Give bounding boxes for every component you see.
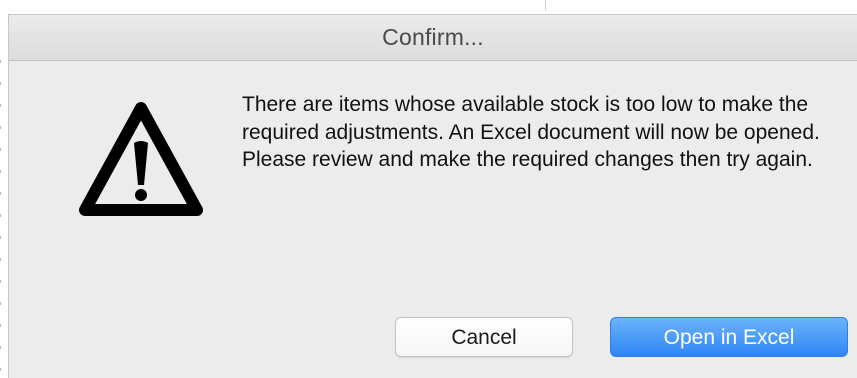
screen: Confirm... There are items whose availab… (0, 0, 857, 378)
dialog-title: Confirm... (382, 24, 484, 50)
background-window-edge (545, 0, 546, 10)
cancel-button[interactable]: Cancel (395, 317, 573, 357)
confirm-dialog: Confirm... There are items whose availab… (8, 14, 857, 378)
dialog-message: There are items whose available stock is… (242, 93, 820, 171)
background-window-border (0, 60, 1, 378)
open-in-excel-button[interactable]: Open in Excel (610, 317, 848, 357)
warning-triangle-icon (79, 102, 203, 216)
dialog-titlebar[interactable]: Confirm... (9, 15, 857, 61)
